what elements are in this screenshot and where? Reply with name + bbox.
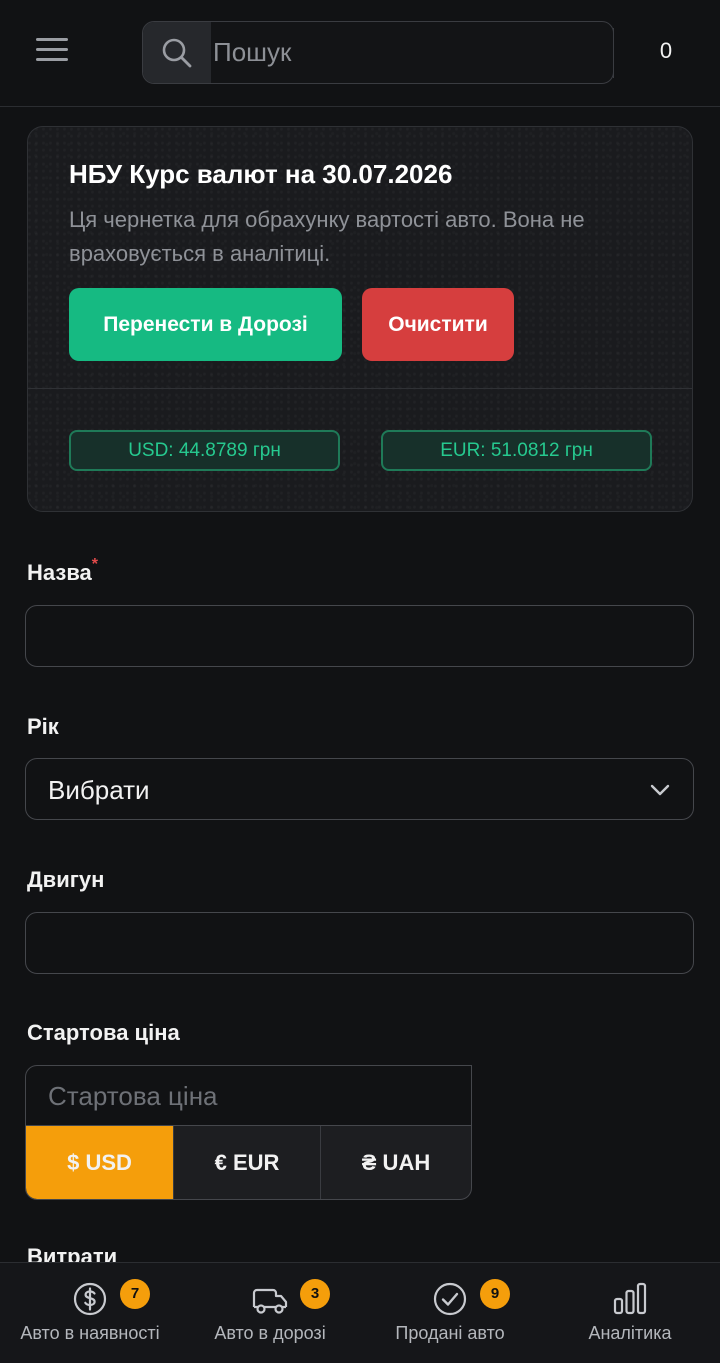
chevron-down-icon bbox=[649, 779, 671, 806]
menu-button[interactable] bbox=[36, 38, 70, 68]
bottom-navigation: 7 Авто в наявності 3 Авто в дорозі 9 Про… bbox=[0, 1262, 720, 1363]
nav-label: Авто в наявності bbox=[20, 1323, 160, 1343]
currency-selector: $ USD € EUR ₴ UAH bbox=[25, 1125, 472, 1200]
currency-uah-button[interactable]: ₴ UAH bbox=[321, 1126, 471, 1199]
year-label: Рік bbox=[27, 714, 59, 739]
start-price-label: Стартова ціна bbox=[27, 1020, 180, 1045]
menu-icon-line bbox=[36, 38, 68, 41]
top-header: 0 bbox=[0, 0, 720, 107]
card-divider bbox=[28, 388, 692, 389]
engine-label: Двигун bbox=[27, 867, 105, 892]
menu-icon-line bbox=[36, 58, 68, 61]
name-label-text: Назва bbox=[27, 560, 92, 585]
name-label: Назва* bbox=[27, 556, 98, 586]
search-input[interactable] bbox=[211, 22, 611, 83]
start-price-field bbox=[25, 1065, 472, 1127]
year-select[interactable]: Вибрати bbox=[25, 758, 694, 820]
truck-icon bbox=[250, 1281, 290, 1322]
check-circle-icon bbox=[432, 1281, 468, 1322]
nav-label: Авто в дорозі bbox=[214, 1323, 326, 1343]
clear-button[interactable]: Очистити bbox=[362, 288, 514, 361]
rate-title: НБУ Курс валют на 30.07.2026 bbox=[69, 159, 453, 189]
start-price-input[interactable] bbox=[26, 1066, 471, 1126]
menu-icon-line bbox=[36, 48, 68, 51]
year-select-value: Вибрати bbox=[48, 775, 150, 805]
search-icon[interactable] bbox=[143, 22, 211, 83]
eur-rate-badge: EUR: 51.0812 грн bbox=[381, 430, 652, 471]
dollar-circle-icon bbox=[72, 1281, 108, 1322]
header-count: 0 bbox=[659, 38, 673, 63]
search-box bbox=[142, 21, 614, 84]
nav-label: Продані авто bbox=[395, 1323, 505, 1343]
usd-rate-badge: USD: 44.8789 грн bbox=[69, 430, 340, 471]
nav-sold-cars[interactable]: 9 Продані авто bbox=[360, 1263, 540, 1363]
engine-field[interactable] bbox=[25, 912, 694, 974]
header-divider bbox=[613, 28, 614, 78]
rate-description: Ця чернетка для обрахунку вартості авто.… bbox=[69, 207, 585, 266]
bar-chart-icon bbox=[612, 1281, 648, 1322]
nav-badge: 9 bbox=[480, 1279, 510, 1309]
nav-analytics[interactable]: Аналітика bbox=[540, 1263, 720, 1363]
nav-label: Аналітика bbox=[588, 1323, 672, 1343]
nav-cars-on-road[interactable]: 3 Авто в дорозі bbox=[180, 1263, 360, 1363]
nav-badge: 3 bbox=[300, 1279, 330, 1309]
name-field[interactable] bbox=[25, 605, 694, 667]
currency-eur-button[interactable]: € EUR bbox=[174, 1126, 321, 1199]
nav-cars-in-stock[interactable]: 7 Авто в наявності bbox=[0, 1263, 180, 1363]
exchange-rate-card: НБУ Курс валют на 30.07.2026 Ця чернетка… bbox=[27, 126, 693, 512]
nav-badge: 7 bbox=[120, 1279, 150, 1309]
transfer-to-road-button[interactable]: Перенести в Дорозі bbox=[69, 288, 342, 361]
required-mark: * bbox=[91, 556, 99, 573]
currency-usd-button[interactable]: $ USD bbox=[26, 1126, 174, 1199]
